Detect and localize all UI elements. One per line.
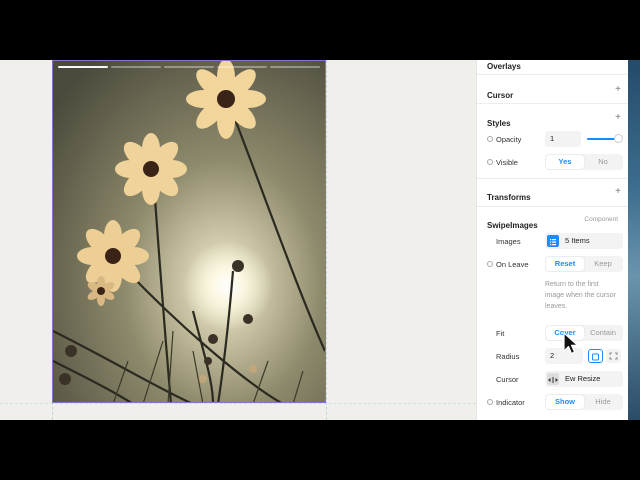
on-leave-hint: Return to the first image when the curso… xyxy=(545,279,625,312)
guide-line xyxy=(0,403,476,404)
hint-line: leaves. xyxy=(545,303,568,310)
cursor-type-value: Ew Resize xyxy=(565,374,601,383)
visible-no[interactable]: No xyxy=(584,155,622,169)
indicator-segment[interactable] xyxy=(270,66,320,68)
swipe-images-title: SwipeImages xyxy=(487,221,538,230)
styles-title: Styles xyxy=(487,119,511,128)
corner-radius-icon[interactable] xyxy=(588,349,603,363)
flower xyxy=(77,220,149,292)
swipe-images-component[interactable] xyxy=(52,60,326,403)
divider xyxy=(477,178,628,179)
divider xyxy=(477,74,628,75)
desktop-wallpaper-edge xyxy=(628,60,640,420)
plus-icon[interactable]: + xyxy=(615,113,621,123)
radius-label: Radius xyxy=(496,352,520,361)
ew-resize-icon xyxy=(547,373,559,385)
indicator-segment[interactable] xyxy=(217,66,267,68)
divider xyxy=(477,206,628,207)
swipe-images-section[interactable]: SwipeImages Component xyxy=(487,215,621,230)
indicator-segment[interactable] xyxy=(111,66,161,68)
divider xyxy=(477,103,628,104)
cursor-title: Cursor xyxy=(487,91,514,100)
expand-corners-icon[interactable] xyxy=(606,349,621,363)
indicator-dot-icon[interactable] xyxy=(487,399,493,405)
indicator-segment[interactable] xyxy=(164,66,214,68)
opacity-dot-icon[interactable] xyxy=(487,136,493,142)
fit-contain[interactable]: Contain xyxy=(584,326,622,340)
visible-yes[interactable]: Yes xyxy=(546,155,584,169)
list-icon xyxy=(547,235,559,247)
opacity-slider-track[interactable] xyxy=(587,138,617,140)
guide-line xyxy=(326,60,327,420)
styles-section[interactable]: Styles + xyxy=(487,113,621,129)
on-leave-reset[interactable]: Reset xyxy=(546,257,584,271)
hint-line: image when the cursor xyxy=(545,292,616,299)
indicator-hide[interactable]: Hide xyxy=(584,395,622,409)
visible-label: Visible xyxy=(496,158,518,167)
fit-label: Fit xyxy=(496,329,505,338)
app-frame: Overlays Cursor + Styles + Opacity 1 Vis… xyxy=(0,60,640,420)
slide-indicator xyxy=(58,66,320,68)
flower-photo xyxy=(53,61,325,402)
overlays-title: Overlays xyxy=(487,62,521,71)
indicator-label: Indicator xyxy=(496,398,525,407)
properties-panel: Overlays Cursor + Styles + Opacity 1 Vis… xyxy=(476,60,628,420)
indicator-segment[interactable] xyxy=(58,66,108,68)
overlays-section[interactable]: Overlays xyxy=(487,60,621,71)
cursor-type-label: Cursor xyxy=(496,375,519,384)
fit-toggle: Cover Contain xyxy=(545,325,623,341)
images-count: 5 Items xyxy=(565,236,590,245)
visible-dot-icon[interactable] xyxy=(487,159,493,165)
transforms-title: Transforms xyxy=(487,193,531,202)
opacity-input[interactable]: 1 xyxy=(545,131,581,147)
on-leave-keep[interactable]: Keep xyxy=(584,257,622,271)
images-label: Images xyxy=(496,237,521,246)
cursor-section[interactable]: Cursor + xyxy=(487,85,621,101)
plus-icon[interactable]: + xyxy=(615,85,621,95)
flower xyxy=(115,133,187,205)
on-leave-toggle: Reset Keep xyxy=(545,256,623,272)
indicator-toggle: Show Hide xyxy=(545,394,623,410)
component-tag: Component xyxy=(584,216,618,223)
on-leave-dot-icon[interactable] xyxy=(487,261,493,267)
plus-icon[interactable]: + xyxy=(615,187,621,197)
visible-toggle: Yes No xyxy=(545,154,623,170)
pointer-cursor-icon xyxy=(563,332,579,355)
opacity-slider-knob[interactable] xyxy=(614,134,623,143)
flower xyxy=(186,61,266,139)
transforms-section[interactable]: Transforms + xyxy=(487,187,621,203)
indicator-show[interactable]: Show xyxy=(546,395,584,409)
design-canvas[interactable] xyxy=(0,60,476,420)
on-leave-label: On Leave xyxy=(496,260,529,269)
hint-line: Return to the first xyxy=(545,281,599,288)
opacity-label: Opacity xyxy=(496,135,522,144)
